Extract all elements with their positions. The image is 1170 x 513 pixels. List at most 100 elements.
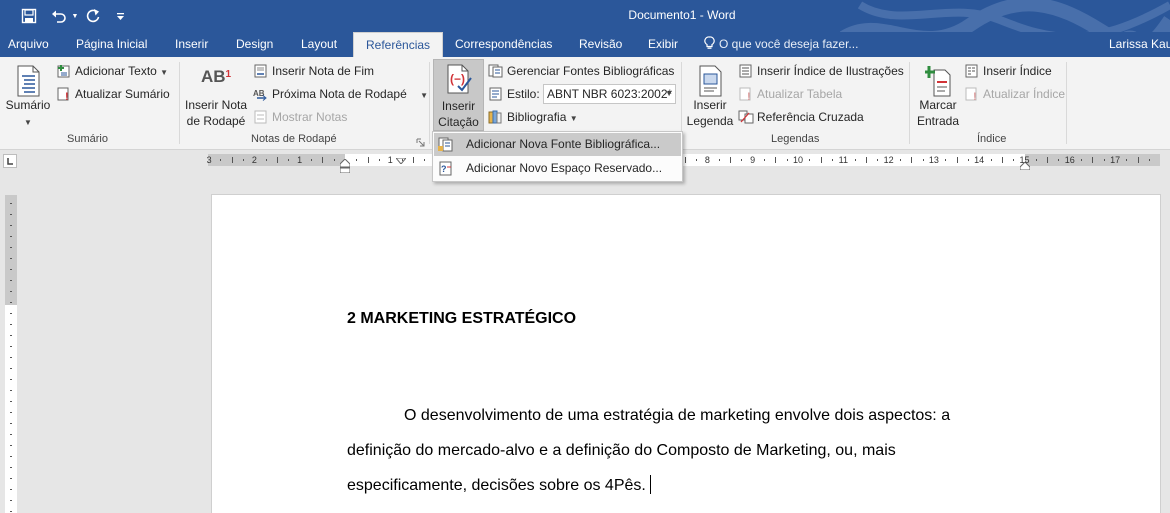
tell-me-box[interactable]: O que você deseja fazer... [704,32,858,57]
dialog-launcher-icon[interactable] [416,136,425,147]
inserir-legenda-button[interactable]: Inserir Legenda [686,63,734,129]
mostrar-notas-button[interactable]: Mostrar Notas [253,109,347,125]
ruler-tick [10,258,12,259]
menu-item-label: Adicionar Nova Fonte Bibliográfica... [466,137,661,151]
inserir-indice-ilustracoes-button[interactable]: Inserir Índice de Ilustrações [738,63,904,79]
manage-sources-icon [488,64,504,78]
marcar-entrada-button[interactable]: Marcar Entrada [913,63,963,129]
ruler-tick [820,157,822,163]
tell-me-text: O que você deseja fazer... [719,37,859,51]
bibliografia-button[interactable]: Bibliografia ▼ [488,109,578,127]
tab-pagina-inicial[interactable]: Página Inicial [76,32,147,57]
ruler-tick [10,357,12,358]
ruler-tick [1149,159,1151,161]
insert-caption-icon [686,63,734,97]
gerenciar-fontes-label: Gerenciar Fontes Bibliográficas [507,64,675,78]
ruler-number: 8 [704,155,710,165]
group-label-notas: Notas de Rodapé [251,133,337,145]
ruler-tick [10,324,12,325]
proxima-nota-button[interactable]: AB Próxima Nota de Rodapé ▼ [253,86,428,104]
ruler-tick [1035,159,1037,161]
tab-referencias[interactable]: Referências [353,32,444,57]
atualizar-indice-label: Atualizar Índice [983,87,1066,101]
inserir-indice-button[interactable]: Inserir Índice [964,63,1052,79]
inserir-nota-rodape-button[interactable]: AB1 Inserir Nota de Rodapé [183,63,249,129]
ruler-number: 3 [206,155,212,165]
customize-qat-icon[interactable] [113,0,127,32]
tab-layout[interactable]: Layout [301,32,337,57]
document-paragraph[interactable]: O desenvolvimento de uma estratégia de m… [347,398,1007,503]
inserir-nota-fim-label: Inserir Nota de Fim [272,64,375,78]
chevron-down-icon: ▼ [24,118,32,127]
document-page[interactable]: 2 MARKETING ESTRATÉGICO O desenvolviment… [211,194,1161,513]
ruler-tick [10,269,12,270]
ruler-tick [10,346,12,347]
ruler-tick [10,225,12,226]
title-bar: ▼ Documento1 - Word [0,0,1170,57]
ruler-tick [1001,157,1003,163]
sumario-icon [4,63,52,97]
ruler-tick [322,157,324,163]
tab-design[interactable]: Design [236,32,273,57]
ruler-tick [1092,157,1094,163]
menu-item-adicionar-novo-espaco[interactable]: ? Adicionar Novo Espaço Reservado... [434,157,681,180]
menu-item-adicionar-nova-fonte[interactable]: Adicionar Nova Fonte Bibliográfica... [434,133,681,156]
tab-arquivo[interactable]: Arquivo [8,32,49,57]
atualizar-tabela-button[interactable]: ! Atualizar Tabela [738,86,842,103]
group-label-sumario: Sumário [67,133,108,145]
ruler-tick [10,203,12,204]
gerenciar-fontes-button[interactable]: Gerenciar Fontes Bibliográficas [488,63,674,79]
hanging-indent-marker[interactable] [339,158,351,176]
tab-selector[interactable] [3,154,17,168]
ruler-tick [1058,159,1060,161]
ruler-number: 2 [251,155,257,165]
referencia-cruzada-button[interactable]: Referência Cruzada [738,109,864,125]
ruler-tick [877,159,879,161]
tab-correspondencias[interactable]: Correspondências [455,32,552,57]
ruler-tick [10,280,12,281]
mark-entry-icon [913,63,963,97]
ruler-tick [775,157,777,163]
vertical-ruler[interactable] [5,195,17,513]
inserir-nota-label-1: Inserir Nota [184,98,248,112]
inserir-nota-fim-button[interactable]: Inserir Nota de Fim [253,63,374,79]
ruler-tick [220,159,222,161]
horizontal-ruler[interactable]: 3211234567891011121314151617 [206,154,1160,174]
ruler-tick [10,236,12,237]
ruler-tick [831,159,833,161]
ruler-tick [1103,159,1105,161]
adicionar-texto-button[interactable]: Adicionar Texto ▼ [56,63,168,81]
ruler-tick [378,159,380,161]
estilo-select[interactable]: ABNT NBR 6023:2002* ▼ [543,84,676,104]
sumario-button[interactable]: Sumário ▼ [4,63,52,129]
estilo-label: Estilo: [488,86,540,102]
ruler-number: 15 [1019,155,1030,165]
bibliography-icon [488,110,504,124]
tab-inserir[interactable]: Inserir [175,32,208,57]
paragraph-line: especificamente, decisões sobre os 4Pês. [347,468,1007,503]
tab-revisao[interactable]: Revisão [579,32,622,57]
ruler-tick [956,157,958,163]
paragraph-line: definição do mercado-alvo e a definição … [347,442,896,459]
ruler-tick [401,159,403,161]
ruler-tick [854,159,856,161]
atualizar-indice-button[interactable]: ! Atualizar Índice [964,86,1066,103]
atualizar-sumario-button[interactable]: ! Atualizar Sumário [56,86,170,103]
undo-icon[interactable] [48,0,70,32]
tab-exibir[interactable]: Exibir [648,32,678,57]
svg-text:AB: AB [253,89,265,98]
inserir-citacao-label-1: Inserir [441,99,476,113]
save-icon[interactable] [18,0,40,32]
undo-dropdown-icon[interactable]: ▼ [70,0,80,32]
vertical-ruler-top-margin [5,195,17,305]
document-heading[interactable]: 2 MARKETING ESTRATÉGICO [347,310,576,328]
redo-icon[interactable] [83,0,103,32]
ruler-tick [10,214,12,215]
ruler-tick [10,445,12,446]
ruler-number: 16 [1064,155,1075,165]
ruler-number: 11 [838,155,848,165]
user-name[interactable]: Larissa Kaue [1109,32,1170,57]
ruler-tick [10,412,12,413]
inserir-citacao-button[interactable]: (−) Inserir Citação ▼ [433,59,484,144]
mostrar-notas-label: Mostrar Notas [272,110,348,124]
